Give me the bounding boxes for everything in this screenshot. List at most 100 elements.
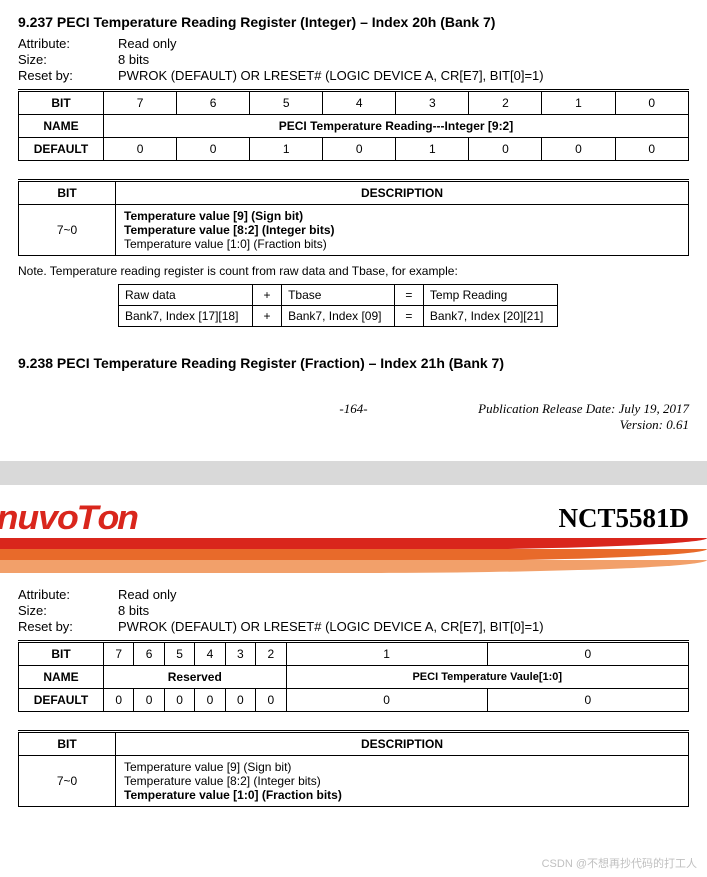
bit-col: 0 <box>487 642 688 666</box>
attr-label: Reset by: <box>18 619 118 634</box>
section-title-9-237: 9.237 PECI Temperature Reading Register … <box>18 14 689 30</box>
ex-op: + <box>253 306 282 327</box>
bit-col: 4 <box>323 91 396 115</box>
watermark: CSDN @不想再抄代码的打工人 <box>542 855 697 871</box>
default-val: 0 <box>469 138 542 161</box>
ex-cell: Tbase <box>282 285 395 306</box>
attr-value: Read only <box>118 36 177 51</box>
attr-row-attribute: Attribute: Read only <box>18 587 689 602</box>
name-header: NAME <box>19 666 104 689</box>
desc-bit-range: 7~0 <box>19 756 116 807</box>
attr-value: 8 bits <box>118 603 149 618</box>
page-footer: -164- Publication Release Date: July 19,… <box>18 401 689 433</box>
brand-header: nuvoTon NCT5581D <box>18 499 689 538</box>
default-val: 0 <box>104 138 177 161</box>
bit-header: BIT <box>19 642 104 666</box>
page-number: -164- <box>18 401 689 417</box>
ex-cell: Bank7, Index [09] <box>282 306 395 327</box>
bit-col: 1 <box>542 91 615 115</box>
default-val: 0 <box>542 138 615 161</box>
default-val: 1 <box>250 138 323 161</box>
default-val: 0 <box>615 138 688 161</box>
bit-col: 4 <box>195 642 225 666</box>
ex-cell: Temp Reading <box>423 285 557 306</box>
attr-label: Size: <box>18 52 118 67</box>
default-val: 0 <box>134 689 164 712</box>
bit-col: 1 <box>286 642 487 666</box>
desc-table-integer: BIT DESCRIPTION 7~0 Temperature value [9… <box>18 179 689 256</box>
default-val: 1 <box>396 138 469 161</box>
bit-col: 5 <box>250 91 323 115</box>
desc-line: Temperature value [1:0] (Fraction bits) <box>124 237 327 251</box>
section-title-9-238: 9.238 PECI Temperature Reading Register … <box>18 355 689 371</box>
bit-table-fraction: BIT 7 6 5 4 3 2 1 0 NAME Reserved PECI T… <box>18 640 689 712</box>
attr-row-reset: Reset by: PWROK (DEFAULT) OR LRESET# (LO… <box>18 68 689 83</box>
attr-label: Attribute: <box>18 36 118 51</box>
attr-value: PWROK (DEFAULT) OR LRESET# (LOGIC DEVICE… <box>118 619 544 634</box>
default-val: 0 <box>286 689 487 712</box>
attr-value: PWROK (DEFAULT) OR LRESET# (LOGIC DEVICE… <box>118 68 544 83</box>
desc-bit-header: BIT <box>19 732 116 756</box>
ex-op: = <box>394 306 423 327</box>
example-table: Raw data + Tbase = Temp Reading Bank7, I… <box>118 284 558 327</box>
note-text: Note. Temperature reading register is co… <box>18 264 689 278</box>
default-val: 0 <box>225 689 255 712</box>
attr-row-reset: Reset by: PWROK (DEFAULT) OR LRESET# (LO… <box>18 619 689 634</box>
bit-col: 2 <box>256 642 286 666</box>
desc-line: Temperature value [1:0] (Fraction bits) <box>124 788 342 802</box>
nuvoton-logo: nuvoTon <box>0 499 138 538</box>
bit-col: 2 <box>469 91 542 115</box>
bit-col: 3 <box>396 91 469 115</box>
default-val: 0 <box>195 689 225 712</box>
bit-col: 3 <box>225 642 255 666</box>
desc-header: DESCRIPTION <box>116 181 689 205</box>
desc-text: Temperature value [9] (Sign bit) Tempera… <box>116 756 689 807</box>
name-peci-fraction: PECI Temperature Vaule[1:0] <box>286 666 688 689</box>
bit-table-integer: BIT 7 6 5 4 3 2 1 0 NAME PECI Temperatur… <box>18 89 689 161</box>
bit-col: 6 <box>177 91 250 115</box>
default-header: DEFAULT <box>19 689 104 712</box>
attr-label: Size: <box>18 603 118 618</box>
desc-text: Temperature value [9] (Sign bit) Tempera… <box>116 205 689 256</box>
name-header: NAME <box>19 115 104 138</box>
bit-col: 6 <box>134 642 164 666</box>
default-val: 0 <box>487 689 688 712</box>
version: Version: 0.61 <box>620 417 689 432</box>
desc-bit-range: 7~0 <box>19 205 116 256</box>
attr-row-size: Size: 8 bits <box>18 52 689 67</box>
desc-line: Temperature value [9] (Sign bit) <box>124 760 291 774</box>
attr-value: 8 bits <box>118 52 149 67</box>
bit-col: 7 <box>104 91 177 115</box>
bit-col: 7 <box>104 642 134 666</box>
default-val: 0 <box>104 689 134 712</box>
ex-op: + <box>253 285 282 306</box>
default-val: 0 <box>164 689 194 712</box>
brand-swoosh <box>0 538 707 573</box>
desc-line: Temperature value [9] (Sign bit) <box>124 209 303 223</box>
default-val: 0 <box>256 689 286 712</box>
default-header: DEFAULT <box>19 138 104 161</box>
bit-col: 0 <box>615 91 688 115</box>
bit-col: 5 <box>164 642 194 666</box>
part-number: NCT5581D <box>558 503 689 534</box>
page-break <box>0 461 707 485</box>
desc-table-fraction: BIT DESCRIPTION 7~0 Temperature value [9… <box>18 730 689 807</box>
ex-cell: Bank7, Index [20][21] <box>423 306 557 327</box>
name-span: PECI Temperature Reading---Integer [9:2] <box>104 115 689 138</box>
ex-cell: Raw data <box>119 285 253 306</box>
attr-label: Attribute: <box>18 587 118 602</box>
default-val: 0 <box>177 138 250 161</box>
ex-op: = <box>394 285 423 306</box>
desc-header: DESCRIPTION <box>116 732 689 756</box>
desc-line: Temperature value [8:2] (Integer bits) <box>124 774 321 788</box>
attr-row-attribute: Attribute: Read only <box>18 36 689 51</box>
default-val: 0 <box>323 138 396 161</box>
name-reserved: Reserved <box>104 666 287 689</box>
desc-line: Temperature value [8:2] (Integer bits) <box>124 223 335 237</box>
bit-header: BIT <box>19 91 104 115</box>
ex-cell: Bank7, Index [17][18] <box>119 306 253 327</box>
attr-label: Reset by: <box>18 68 118 83</box>
attr-value: Read only <box>118 587 177 602</box>
desc-bit-header: BIT <box>19 181 116 205</box>
attr-row-size: Size: 8 bits <box>18 603 689 618</box>
